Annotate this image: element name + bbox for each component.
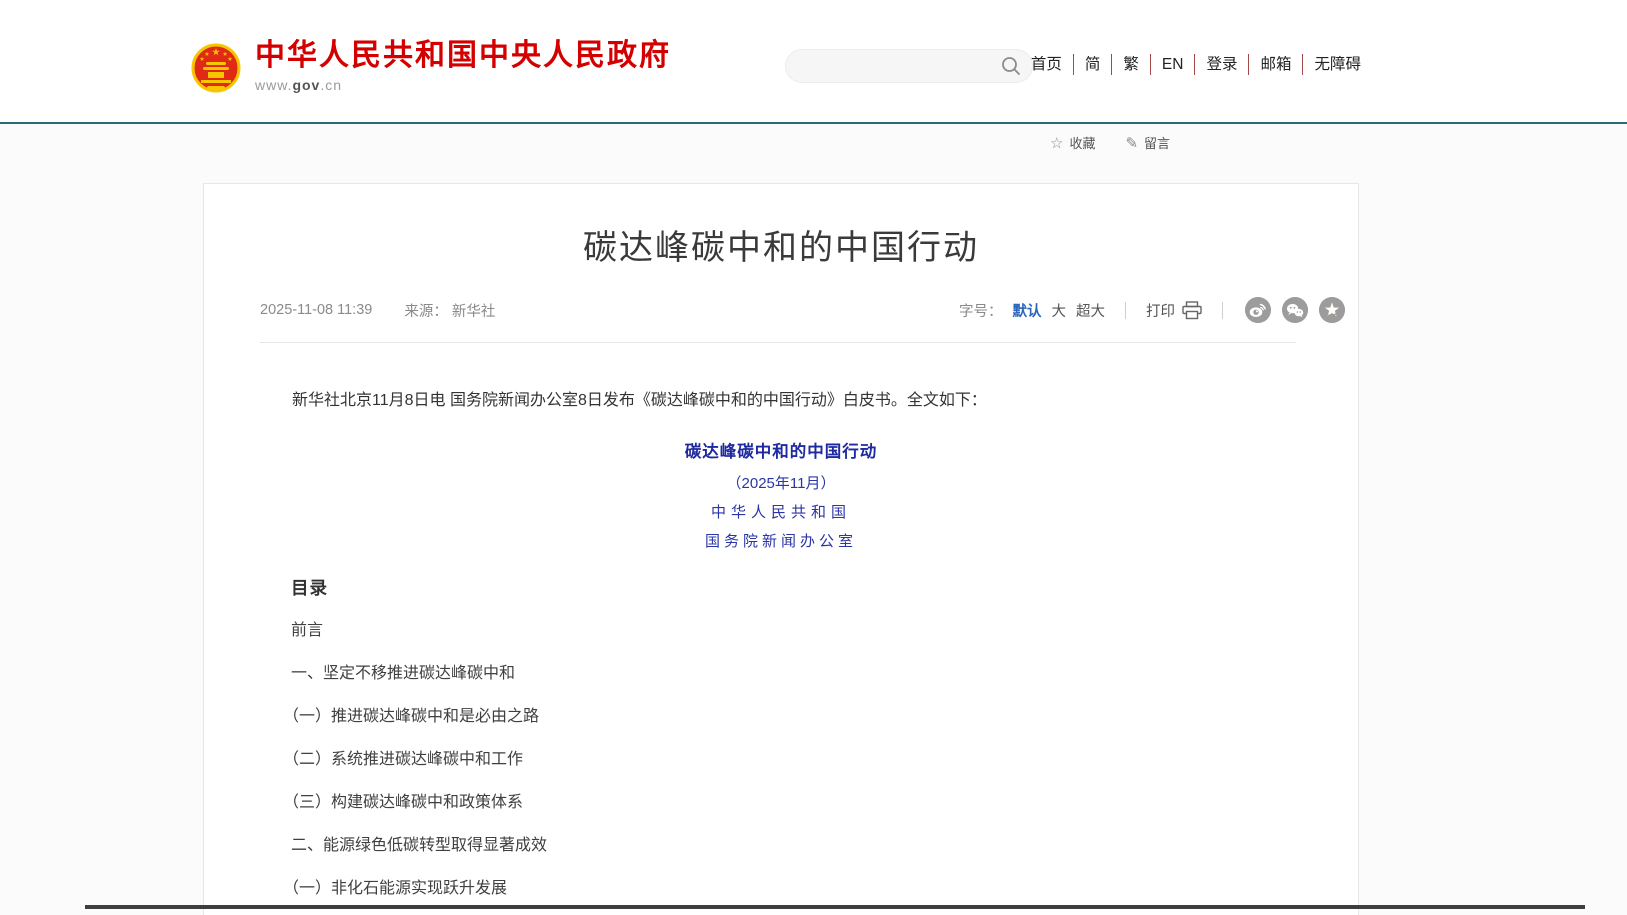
site-header: 中华人民共和国中央人民政府 www.gov.cn 首页 简 繁 EN 登录 邮箱… (0, 0, 1627, 122)
article-lead-paragraph: 新华社北京11月8日电 国务院新闻办公室8日发布《碳达峰碳中和的中国行动》白皮书… (260, 388, 1302, 414)
nav-english[interactable]: EN (1150, 54, 1195, 75)
nav-home[interactable]: 首页 (1020, 54, 1073, 75)
source-label: 来源： (404, 300, 448, 321)
toc-list: 前言 一、坚定不移推进碳达峰碳中和 （一）推进碳达峰碳中和是必由之路 （二）系统… (291, 621, 547, 915)
nav-accessibility[interactable]: 无障碍 (1302, 54, 1372, 75)
page-actions: ☆收藏 ✎留言 (1050, 133, 1170, 152)
nav-login[interactable]: 登录 (1194, 54, 1248, 75)
weibo-share-icon[interactable] (1245, 297, 1271, 323)
meta-divider (260, 342, 1296, 343)
print-button[interactable]: 打印 (1146, 300, 1202, 321)
comment-button[interactable]: ✎留言 (1125, 133, 1170, 152)
search-icon[interactable] (1000, 55, 1022, 77)
search-input[interactable] (800, 58, 1000, 74)
national-emblem-logo (190, 40, 242, 96)
document-org-line2: 国务院新闻办公室 (204, 530, 1358, 551)
article-title: 碳达峰碳中和的中国行动 (204, 220, 1358, 269)
document-org-line1: 中华人民共和国 (204, 501, 1358, 522)
site-title: 中华人民共和国中央人民政府 (255, 40, 671, 72)
bottom-fold-line (85, 905, 1585, 909)
article-meta-bar: 2025-11-08 11:39 来源： 新华社 字号： 默认 大 超大 打印 (260, 296, 1345, 324)
document-date: （2025年11月） (204, 472, 1358, 493)
toc-item: 一、坚定不移推进碳达峰碳中和 (291, 664, 547, 684)
gov-cn-article-page: 中华人民共和国中央人民政府 www.gov.cn 首页 简 繁 EN 登录 邮箱… (0, 0, 1627, 915)
star-icon: ☆ (1050, 134, 1063, 152)
document-title: 碳达峰碳中和的中国行动 (204, 438, 1358, 462)
font-size-label: 字号： (959, 300, 1003, 321)
nav-traditional[interactable]: 繁 (1111, 54, 1150, 75)
toc-item: （三）构建碳达峰碳中和政策体系 (283, 793, 547, 813)
qzone-star-share-icon[interactable] (1319, 297, 1345, 323)
favorite-button[interactable]: ☆收藏 (1050, 133, 1095, 152)
site-title-block: 中华人民共和国中央人民政府 www.gov.cn (255, 40, 671, 93)
site-url: www.gov.cn (255, 77, 671, 93)
article-card: 碳达峰碳中和的中国行动 2025-11-08 11:39 来源： 新华社 字号：… (203, 183, 1359, 915)
toc-item: 二、能源绿色低碳转型取得显著成效 (291, 836, 547, 856)
font-size-xlarge[interactable]: 超大 (1076, 300, 1105, 321)
toc-item: 前言 (291, 621, 547, 641)
share-icons (1245, 297, 1345, 323)
font-size-default[interactable]: 默认 (1013, 300, 1042, 321)
top-nav: 首页 简 繁 EN 登录 邮箱 无障碍 (1020, 54, 1372, 75)
source-link[interactable]: 新华社 (452, 300, 496, 321)
nav-mail[interactable]: 邮箱 (1248, 54, 1302, 75)
printer-icon (1182, 301, 1202, 320)
search-box[interactable] (785, 49, 1033, 83)
wechat-share-icon[interactable] (1282, 297, 1308, 323)
toc-item: （一）非化石能源实现跃升发展 (283, 879, 547, 899)
toc-item: （一）推进碳达峰碳中和是必由之路 (283, 707, 547, 727)
site-brand[interactable]: 中华人民共和国中央人民政府 www.gov.cn (190, 40, 671, 96)
meta-separator (1222, 302, 1223, 319)
toc-item: （二）系统推进碳达峰碳中和工作 (283, 750, 547, 770)
font-size-large[interactable]: 大 (1052, 300, 1067, 321)
nav-simplified[interactable]: 简 (1073, 54, 1112, 75)
toc-title: 目录 (291, 575, 328, 600)
publish-time: 2025-11-08 11:39 (260, 302, 372, 318)
pencil-icon: ✎ (1125, 134, 1138, 152)
meta-separator (1125, 302, 1126, 319)
